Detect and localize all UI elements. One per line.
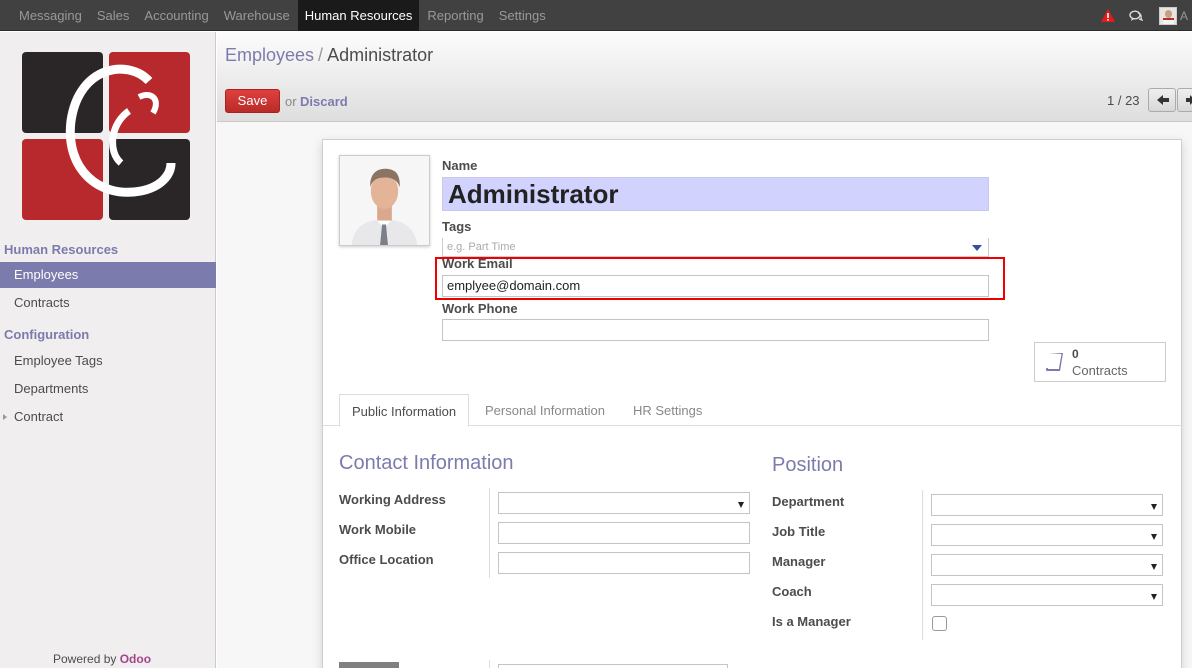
contracts-label: Contracts xyxy=(1072,363,1128,378)
work-phone-input[interactable] xyxy=(442,319,989,341)
pager-value: 1 / 23 xyxy=(1107,93,1140,108)
nav-section-human-resources: Human Resources xyxy=(4,242,119,257)
pager-next-button[interactable] xyxy=(1177,88,1192,112)
top-menu-bar: Messaging Sales Accounting Warehouse Hum… xyxy=(0,0,1192,31)
menu-reporting[interactable]: Reporting xyxy=(420,0,490,31)
tags-input[interactable]: e.g. Part Time xyxy=(442,238,989,257)
sidebar-item-employee-tags[interactable]: Employee Tags xyxy=(0,348,216,374)
position-title: Position xyxy=(772,454,844,476)
name-input[interactable]: Administrator xyxy=(442,177,989,211)
user-name[interactable]: A xyxy=(1180,9,1192,23)
coach-label: Coach xyxy=(772,584,812,599)
job-title-label: Job Title xyxy=(772,524,826,539)
work-email-label: Work Email xyxy=(442,256,513,271)
expand-caret-icon[interactable] xyxy=(3,414,7,420)
dropdown-arrow-icon[interactable] xyxy=(972,245,982,251)
form-sheet: Name Administrator Tags e.g. Part Time W… xyxy=(322,139,1183,668)
menu-messaging[interactable]: Messaging xyxy=(12,0,89,31)
office-location-label: Office Location xyxy=(339,552,434,567)
work-phone-label: Work Phone xyxy=(442,301,518,316)
employee-photo[interactable] xyxy=(339,155,430,246)
topbar-right: A xyxy=(1100,0,1192,31)
next-row-divider xyxy=(489,660,490,668)
tags-placeholder: e.g. Part Time xyxy=(447,241,516,253)
work-email-input[interactable]: emplyee@domain.com xyxy=(442,275,989,297)
sidebar-item-label: Contract xyxy=(14,409,64,424)
manager-select[interactable] xyxy=(931,554,1163,576)
tab-hr-settings[interactable]: HR Settings xyxy=(621,394,714,427)
breadcrumb-separator: / xyxy=(318,45,324,65)
discard-button[interactable]: Discard xyxy=(300,94,348,109)
menu-warehouse[interactable]: Warehouse xyxy=(217,0,297,31)
form-view: Name Administrator Tags e.g. Part Time W… xyxy=(217,122,1192,668)
breadcrumb: Employees / Administrator xyxy=(225,45,433,66)
sidebar: Human Resources Employees Contracts Conf… xyxy=(0,32,216,668)
office-location-input[interactable] xyxy=(498,552,750,574)
company-logo xyxy=(22,52,190,220)
powered-by-label: Powered by xyxy=(53,652,117,666)
name-label: Name xyxy=(442,158,478,173)
department-label: Department xyxy=(772,494,845,509)
is-a-manager-checkbox[interactable] xyxy=(932,616,947,631)
control-panel: Employees / Administrator Save or Discard … xyxy=(217,32,1192,122)
department-select[interactable] xyxy=(931,494,1163,516)
powered-by: Powered by Odoo xyxy=(53,652,151,666)
or-label: or xyxy=(285,94,297,109)
book-icon xyxy=(1045,353,1063,371)
breadcrumb-employees[interactable]: Employees xyxy=(225,45,314,65)
coach-select[interactable] xyxy=(931,584,1163,606)
app-menu: Messaging Sales Accounting Warehouse Hum… xyxy=(12,0,554,31)
job-title-select[interactable] xyxy=(931,524,1163,546)
sidebar-item-departments[interactable]: Departments xyxy=(0,376,216,402)
tags-label: Tags xyxy=(442,219,472,234)
manager-label: Manager xyxy=(772,554,826,569)
tab-personal-information[interactable]: Personal Information xyxy=(473,394,617,427)
user-avatar[interactable] xyxy=(1159,6,1177,25)
menu-accounting[interactable]: Accounting xyxy=(137,0,215,31)
menu-settings[interactable]: Settings xyxy=(492,0,553,31)
working-address-select[interactable] xyxy=(498,492,750,514)
save-button[interactable]: Save xyxy=(225,89,280,113)
menu-human-resources[interactable]: Human Resources xyxy=(297,0,420,31)
notebook-tabs: Public Information Personal Information … xyxy=(323,392,1183,427)
contact-divider xyxy=(489,488,490,578)
contracts-button[interactable]: 0 Contracts xyxy=(1034,342,1166,382)
tab-public-information[interactable]: Public Information xyxy=(339,394,470,427)
breadcrumb-current: Administrator xyxy=(327,45,434,65)
pager-previous-button[interactable] xyxy=(1148,88,1176,112)
arrow-left-icon xyxy=(1157,95,1169,105)
work-mobile-label: Work Mobile xyxy=(339,522,417,537)
position-divider xyxy=(922,490,923,640)
nav-section-configuration: Configuration xyxy=(4,327,90,342)
is-a-manager-label: Is a Manager xyxy=(772,614,851,629)
contracts-count: 0 xyxy=(1072,347,1079,361)
next-field-label-clipped xyxy=(339,662,399,668)
sidebar-item-employees[interactable]: Employees xyxy=(0,262,216,288)
odoo-link[interactable]: Odoo xyxy=(120,652,151,666)
sidebar-item-contracts[interactable]: Contracts xyxy=(0,290,216,316)
work-mobile-input[interactable] xyxy=(498,522,750,544)
menu-sales[interactable]: Sales xyxy=(90,0,137,31)
arrow-right-icon xyxy=(1186,95,1192,105)
working-address-label: Working Address xyxy=(339,492,446,507)
chat-icon[interactable] xyxy=(1129,9,1143,23)
contact-information-title: Contact Information xyxy=(339,452,514,474)
next-field-input-clipped[interactable] xyxy=(498,664,728,668)
warning-icon[interactable] xyxy=(1100,8,1116,24)
sidebar-item-contract[interactable]: Contract xyxy=(0,404,216,430)
